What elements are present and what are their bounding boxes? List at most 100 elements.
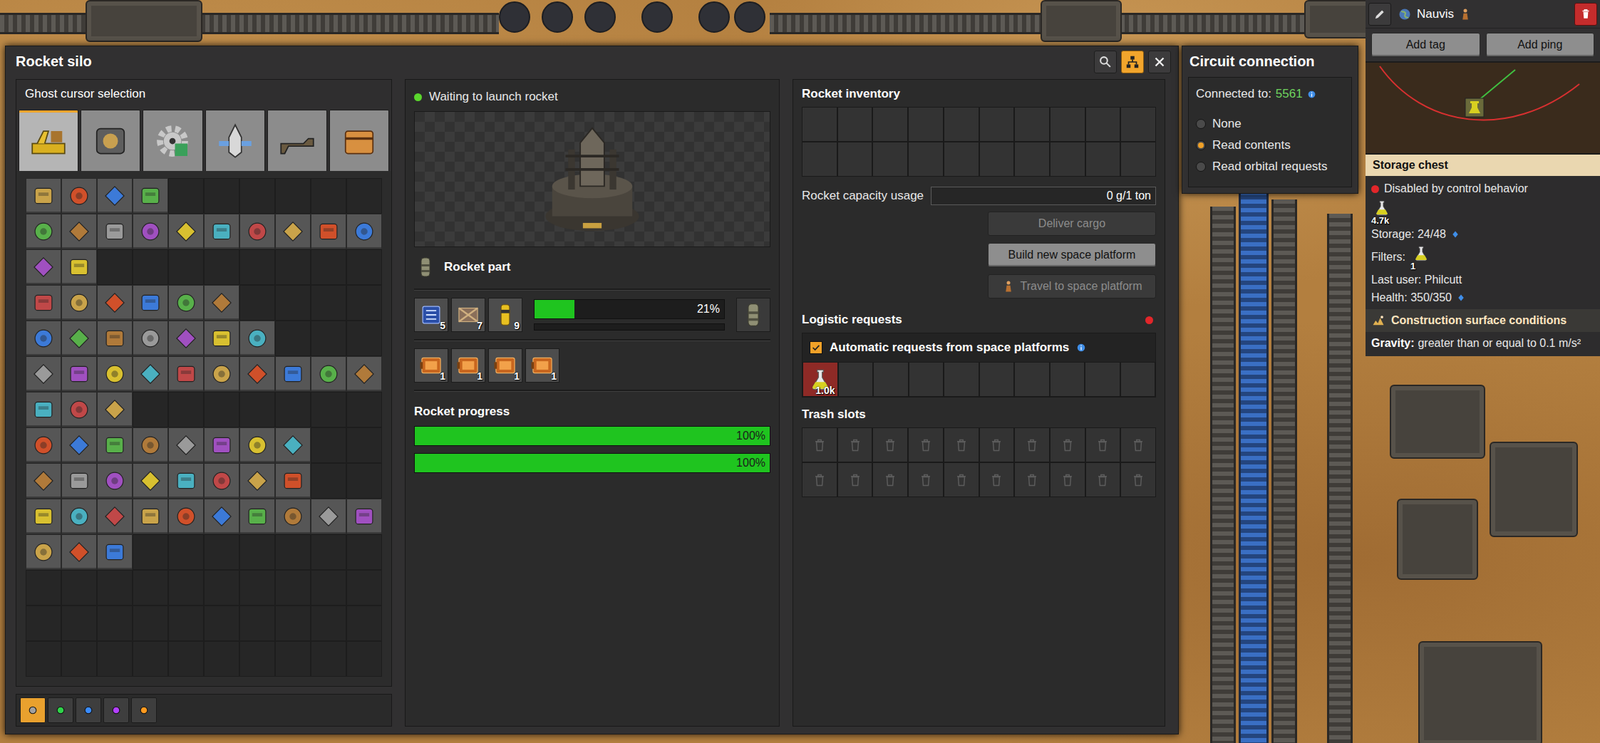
item-slot[interactable] xyxy=(275,356,311,392)
item-slot[interactable] xyxy=(61,356,97,392)
item-slot[interactable] xyxy=(25,249,62,286)
trash-slot[interactable] xyxy=(1049,462,1086,498)
request-slot[interactable] xyxy=(1049,362,1086,397)
empty-slot[interactable] xyxy=(203,391,240,428)
empty-slot[interactable] xyxy=(346,427,383,464)
item-slot[interactable] xyxy=(96,178,133,214)
request-slot[interactable] xyxy=(908,362,945,397)
item-slot[interactable] xyxy=(96,463,133,499)
drag-handle[interactable] xyxy=(104,54,1082,70)
item-slot[interactable] xyxy=(203,427,240,464)
empty-slot[interactable] xyxy=(168,641,204,678)
item-slot[interactable] xyxy=(132,285,169,321)
empty-slot[interactable] xyxy=(346,605,383,642)
empty-slot[interactable] xyxy=(203,570,240,606)
empty-slot[interactable] xyxy=(239,641,276,678)
item-slot[interactable] xyxy=(168,463,204,499)
inventory-slot[interactable] xyxy=(907,106,944,142)
item-slot[interactable] xyxy=(25,534,62,571)
item-slot[interactable] xyxy=(203,463,240,499)
item-slot[interactable] xyxy=(239,463,276,499)
item-slot[interactable] xyxy=(310,356,347,392)
item-slot[interactable] xyxy=(168,285,204,321)
item-slot[interactable] xyxy=(96,498,133,535)
empty-slot[interactable] xyxy=(275,391,311,428)
item-slot[interactable] xyxy=(132,213,169,250)
item-slot[interactable] xyxy=(61,249,97,286)
item-slot[interactable] xyxy=(132,178,169,214)
item-slot[interactable] xyxy=(132,427,169,464)
empty-slot[interactable] xyxy=(310,249,347,286)
edit-button[interactable] xyxy=(1368,2,1392,26)
empty-slot[interactable] xyxy=(239,249,276,286)
action-button[interactable]: Build new space platform xyxy=(987,243,1156,268)
item-slot[interactable] xyxy=(25,213,62,250)
inventory-slot[interactable] xyxy=(979,106,1015,142)
empty-slot[interactable] xyxy=(346,534,383,571)
ingredient-slot[interactable]: 7 xyxy=(451,297,486,333)
item-slot[interactable] xyxy=(346,213,383,250)
inventory-slot[interactable] xyxy=(979,141,1015,177)
inventory-slot[interactable] xyxy=(1120,141,1156,177)
empty-slot[interactable] xyxy=(132,570,169,606)
request-slot[interactable] xyxy=(943,362,980,397)
empty-slot[interactable] xyxy=(346,249,383,286)
item-slot[interactable] xyxy=(275,213,311,250)
request-slot[interactable] xyxy=(1084,362,1121,397)
empty-slot[interactable] xyxy=(310,427,347,464)
empty-slot[interactable] xyxy=(203,534,240,571)
item-slot[interactable] xyxy=(239,356,276,392)
empty-slot[interactable] xyxy=(25,605,62,642)
item-slot[interactable] xyxy=(168,320,204,357)
item-slot[interactable] xyxy=(25,427,62,464)
item-slot[interactable] xyxy=(203,498,240,535)
quality-button[interactable] xyxy=(19,697,46,724)
request-slot[interactable]: 1.0k xyxy=(802,362,839,397)
item-slot[interactable] xyxy=(96,285,133,321)
item-slot[interactable] xyxy=(203,320,240,357)
item-slot[interactable] xyxy=(61,320,97,357)
trash-slot[interactable] xyxy=(1085,427,1122,463)
empty-slot[interactable] xyxy=(168,605,204,642)
item-slot[interactable] xyxy=(132,463,169,499)
empty-slot[interactable] xyxy=(203,605,240,642)
item-slot[interactable] xyxy=(25,356,62,392)
category-tab[interactable] xyxy=(142,109,203,172)
item-slot[interactable] xyxy=(25,498,62,535)
minimap[interactable] xyxy=(1365,61,1600,155)
item-slot[interactable] xyxy=(96,356,133,392)
radio-option[interactable]: None xyxy=(1195,116,1345,132)
search-button[interactable] xyxy=(1093,50,1117,74)
empty-slot[interactable] xyxy=(275,178,311,214)
item-slot[interactable] xyxy=(310,498,347,535)
empty-slot[interactable] xyxy=(346,285,383,321)
trash-slot[interactable] xyxy=(1014,427,1050,463)
empty-slot[interactable] xyxy=(239,570,276,606)
radio-button[interactable] xyxy=(1195,161,1206,172)
request-slot[interactable] xyxy=(979,362,1015,397)
trash-slot[interactable] xyxy=(1120,427,1156,463)
empty-slot[interactable] xyxy=(275,570,311,606)
item-slot[interactable] xyxy=(168,498,204,535)
inventory-slot[interactable] xyxy=(943,141,980,177)
item-slot[interactable] xyxy=(346,356,383,392)
radio-button[interactable] xyxy=(1195,140,1206,151)
empty-slot[interactable] xyxy=(346,391,383,428)
network-button[interactable] xyxy=(1121,50,1144,74)
item-slot[interactable] xyxy=(275,427,311,464)
empty-slot[interactable] xyxy=(168,249,204,286)
close-button[interactable] xyxy=(1148,50,1171,74)
empty-slot[interactable] xyxy=(132,641,169,678)
item-slot[interactable] xyxy=(96,534,133,571)
quality-button[interactable] xyxy=(75,697,102,724)
trash-slot[interactable] xyxy=(943,462,980,498)
empty-slot[interactable] xyxy=(61,641,97,678)
item-slot[interactable] xyxy=(132,356,169,392)
item-slot[interactable] xyxy=(275,463,311,499)
inventory-slot[interactable] xyxy=(1049,106,1086,142)
trash-slot[interactable] xyxy=(801,427,838,463)
empty-slot[interactable] xyxy=(96,641,133,678)
inventory-slot[interactable] xyxy=(837,141,874,177)
item-slot[interactable] xyxy=(168,213,204,250)
empty-slot[interactable] xyxy=(346,320,383,357)
